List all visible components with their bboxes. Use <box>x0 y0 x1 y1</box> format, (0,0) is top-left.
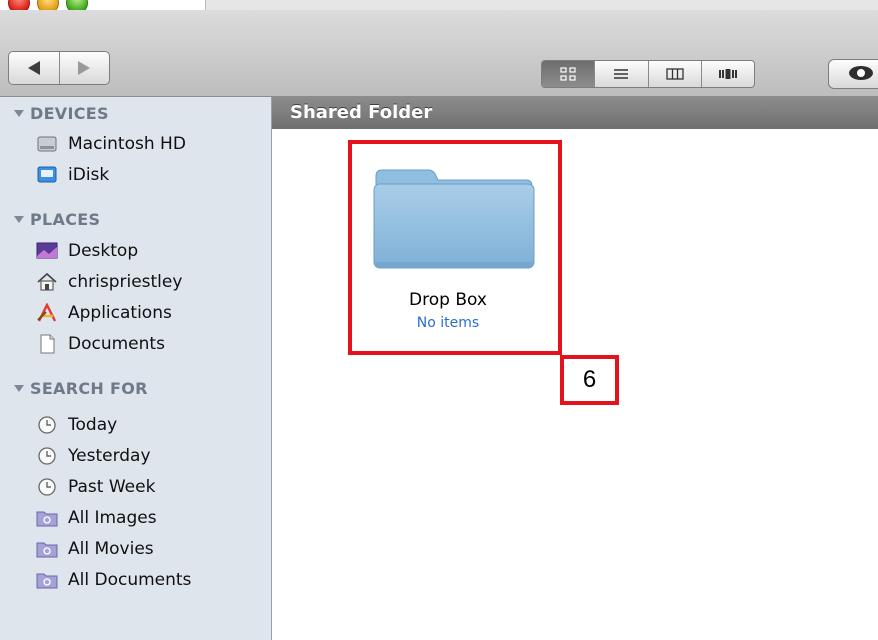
sidebar-item-all-movies[interactable]: All Movies <box>36 536 154 562</box>
smart-folder-icon <box>36 570 58 590</box>
applications-icon <box>36 303 58 323</box>
idisk-icon <box>36 165 58 185</box>
quick-look-button[interactable] <box>828 59 878 89</box>
view-mode-group <box>541 60 755 88</box>
cover-flow-icon <box>718 69 737 79</box>
sidebar-section-places[interactable]: PLACES <box>14 210 100 229</box>
current-folder-title: Shared Folder <box>290 102 433 123</box>
sidebar-item-label: Past Week <box>68 477 156 497</box>
disclosure-triangle-icon <box>14 216 24 223</box>
section-label: SEARCH FOR <box>30 379 148 398</box>
desktop-icon <box>36 241 58 261</box>
disclosure-triangle-icon <box>14 385 24 392</box>
sidebar-item-all-documents[interactable]: All Documents <box>36 567 191 593</box>
annotation-callout-number: 6 <box>560 355 619 405</box>
list-view-button[interactable] <box>594 61 647 87</box>
forward-arrow-icon <box>78 61 91 75</box>
clock-icon <box>36 415 58 435</box>
sidebar-item-label: chrispriestley <box>68 272 183 292</box>
hard-disk-icon <box>36 134 58 154</box>
sidebar-item-today[interactable]: Today <box>36 412 117 438</box>
sidebar-item-home[interactable]: chrispriestley <box>36 269 182 295</box>
sidebar-item-label: All Movies <box>68 539 154 559</box>
smart-folder-icon <box>36 539 58 559</box>
clock-icon <box>36 477 58 497</box>
sidebar-item-desktop[interactable]: Desktop <box>36 238 138 264</box>
sidebar-item-macintosh-hd[interactable]: Macintosh HD <box>36 131 186 157</box>
forward-button[interactable] <box>58 52 110 84</box>
icon-view-button[interactable] <box>542 61 595 87</box>
back-arrow-icon <box>27 61 40 75</box>
toolbar <box>0 10 878 97</box>
back-button[interactable] <box>9 52 59 84</box>
sidebar: DEVICES Macintosh HD iDisk PLACES Deskto… <box>0 97 272 640</box>
list-view-icon <box>614 69 629 79</box>
eye-icon <box>849 66 873 80</box>
column-view-icon <box>665 68 684 80</box>
annotation-highlight-box <box>348 140 562 355</box>
clock-icon <box>36 446 58 466</box>
cover-flow-view-button[interactable] <box>700 61 754 87</box>
disclosure-triangle-icon <box>14 110 24 117</box>
sidebar-item-label: All Images <box>68 508 157 528</box>
path-bar: Shared Folder <box>272 97 878 129</box>
title-bar <box>0 0 878 14</box>
sidebar-item-label: Yesterday <box>68 446 151 466</box>
back-forward-group <box>8 51 110 85</box>
column-view-button[interactable] <box>647 61 701 87</box>
sidebar-item-all-images[interactable]: All Images <box>36 505 157 531</box>
icon-view-icon <box>560 67 576 81</box>
home-icon <box>36 272 58 292</box>
section-label: DEVICES <box>30 104 109 123</box>
sidebar-item-idisk[interactable]: iDisk <box>36 162 109 188</box>
sidebar-item-label: iDisk <box>68 165 110 185</box>
sidebar-item-documents[interactable]: Documents <box>36 331 165 357</box>
sidebar-item-past-week[interactable]: Past Week <box>36 474 155 500</box>
sidebar-item-label: Today <box>68 415 118 435</box>
sidebar-section-devices[interactable]: DEVICES <box>14 104 109 123</box>
sidebar-item-label: Applications <box>68 303 172 323</box>
sidebar-item-label: Desktop <box>68 241 139 261</box>
document-icon <box>36 334 58 354</box>
sidebar-item-applications[interactable]: Applications <box>36 300 172 326</box>
sidebar-item-yesterday[interactable]: Yesterday <box>36 443 151 469</box>
sidebar-item-label: Documents <box>68 334 165 354</box>
smart-folder-icon <box>36 508 58 528</box>
sidebar-section-search-for[interactable]: SEARCH FOR <box>14 379 148 398</box>
section-label: PLACES <box>30 210 101 229</box>
sidebar-item-label: All Documents <box>68 570 192 590</box>
sidebar-item-label: Macintosh HD <box>68 134 186 154</box>
